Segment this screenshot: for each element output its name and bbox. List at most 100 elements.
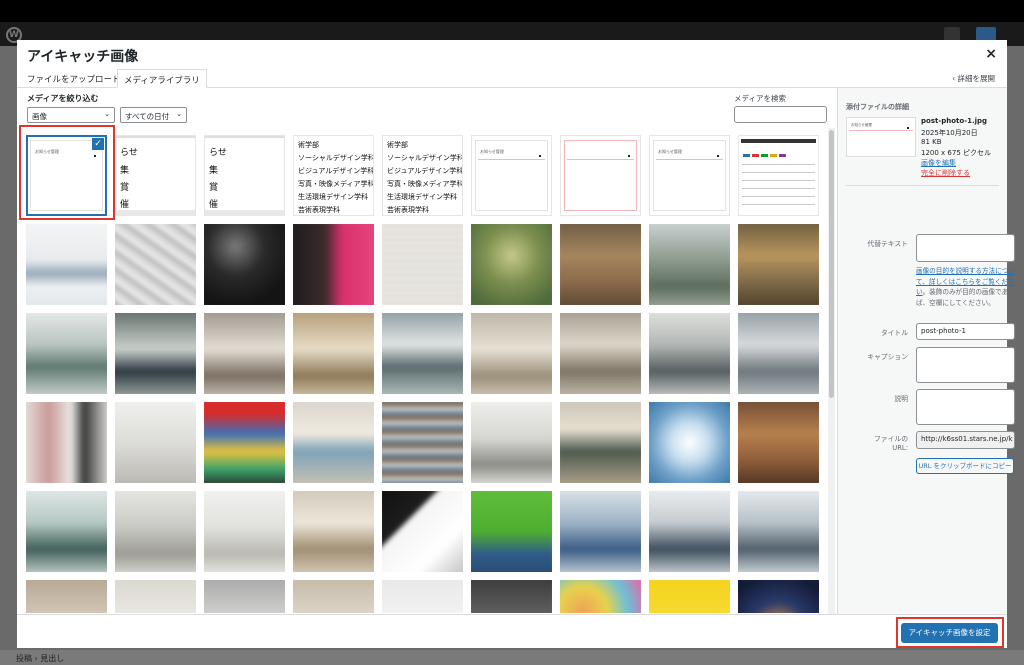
media-tile[interactable] (204, 224, 285, 305)
attachment-thumbnail: お知らせ管理 (846, 117, 916, 157)
attachment-size: 81 KB (921, 138, 942, 146)
attachment-filename: post-photo-1.jpg (921, 117, 988, 125)
media-tile[interactable] (649, 313, 730, 394)
media-tile[interactable] (560, 313, 641, 394)
edit-image-link[interactable]: 画像を編集 (921, 158, 956, 168)
media-tile[interactable]: 術学部 ソーシャルデザイン学科 ビジュアルデザイン学科 写真・映像メディア学科 … (382, 135, 463, 216)
media-tile[interactable] (560, 402, 641, 483)
search-label: メディアを検索 (734, 94, 786, 103)
media-type-select[interactable]: 画像 ⌄ (27, 107, 115, 123)
chevron-down-icon: ⌄ (176, 110, 182, 118)
copy-url-button[interactable]: URL をクリップボードにコピー (916, 458, 1014, 474)
attachment-details-heading: 添付ファイルの詳細 (846, 103, 909, 111)
modal-title: アイキャッチ画像 (27, 49, 139, 65)
background-breadcrumb: 投稿 › 見出し (0, 650, 1024, 665)
media-tile[interactable] (204, 491, 285, 572)
attachment-dimensions: 1200 x 675 ピクセル (921, 149, 991, 157)
background-topbar (0, 0, 1024, 22)
modal-footer: アイキャッチ画像を設定 (17, 614, 1007, 648)
media-tile[interactable] (293, 313, 374, 394)
media-tile[interactable] (649, 402, 730, 483)
scrollbar-thumb[interactable] (829, 130, 834, 398)
media-tile[interactable] (382, 491, 463, 572)
title-field[interactable]: post-photo-1 (916, 323, 1015, 340)
tab-upload-files[interactable]: ファイルをアップロード (21, 69, 127, 88)
media-tile[interactable] (293, 491, 374, 572)
media-tile[interactable] (204, 580, 285, 613)
media-tile[interactable] (738, 580, 819, 613)
media-tile[interactable] (115, 580, 196, 613)
media-tile[interactable] (382, 313, 463, 394)
media-tile[interactable] (471, 580, 552, 613)
media-tile[interactable] (26, 491, 107, 572)
alt-text-field[interactable] (916, 234, 1015, 262)
media-tile[interactable] (382, 580, 463, 613)
checkmark-icon[interactable]: ✓ (92, 138, 104, 150)
filter-label: メディアを絞り込む (27, 94, 99, 103)
media-tile[interactable] (560, 135, 641, 216)
alt-text-help: 画像の目的を説明する方法について、詳しくはこちらをご覧ください。装飾のみが目的の… (916, 266, 1018, 308)
media-tile[interactable] (204, 402, 285, 483)
media-tile[interactable]: お知らせ管理 (471, 135, 552, 216)
attachment-date: 2025年10月20日 (921, 129, 978, 137)
media-tile[interactable] (26, 313, 107, 394)
media-tile[interactable] (26, 580, 107, 613)
caption-field[interactable] (916, 347, 1015, 383)
media-tile[interactable] (560, 491, 641, 572)
description-field[interactable] (916, 389, 1015, 425)
file-url-label: ファイルの URL: (874, 435, 908, 452)
modal-tabs: ファイルをアップロード メディアライブラリ (17, 68, 1007, 88)
media-tile[interactable] (26, 224, 107, 305)
media-modal: アイキャッチ画像 × ファイルをアップロード メディアライブラリ ‹ 詳細を展開… (17, 40, 1015, 648)
media-tile[interactable] (738, 224, 819, 305)
caption-label: キャプション (867, 353, 908, 361)
media-tile[interactable] (115, 491, 196, 572)
media-tile[interactable] (204, 313, 285, 394)
attachment-details-panel: 添付ファイルの詳細 お知らせ管理 post-photo-1.jpg 2025年1… (837, 88, 1015, 614)
media-tile[interactable] (293, 402, 374, 483)
media-tile[interactable] (115, 402, 196, 483)
search-input[interactable] (734, 106, 827, 123)
date-filter-select[interactable]: すべての日付 ⌄ (120, 107, 187, 123)
media-tile[interactable] (471, 224, 552, 305)
media-tile[interactable] (649, 580, 730, 613)
alt-text-help-text: 。装飾のみが目的の画像であれば、空欄にしてください。 (916, 288, 1015, 307)
media-tile[interactable]: お知らせ管理 (649, 135, 730, 216)
media-tile[interactable] (560, 580, 641, 613)
media-tile[interactable] (738, 402, 819, 483)
media-type-value: 画像 (32, 112, 47, 121)
media-tile[interactable] (738, 135, 819, 216)
expand-details-link[interactable]: ‹ 詳細を展開 (952, 73, 995, 84)
media-grid: お知らせ管理 ✓ らせ 集 賞 催 らせ 集 賞 催 術学部 ソーシャルデザイン… (23, 135, 823, 613)
media-tile[interactable] (471, 402, 552, 483)
media-tile[interactable] (471, 313, 552, 394)
media-tile[interactable] (471, 491, 552, 572)
media-tile[interactable] (26, 402, 107, 483)
media-tile[interactable] (649, 491, 730, 572)
set-featured-image-button[interactable]: アイキャッチ画像を設定 (901, 623, 998, 643)
media-tile[interactable]: らせ 集 賞 催 (204, 135, 285, 216)
media-tile-selected[interactable]: お知らせ管理 ✓ (26, 135, 107, 216)
media-tile[interactable] (382, 224, 463, 305)
media-tile[interactable] (293, 580, 374, 613)
close-icon[interactable]: × (985, 46, 997, 62)
file-url-field[interactable]: http://k6ss01.stars.ne.jp/k (916, 431, 1015, 449)
media-tile[interactable] (560, 224, 641, 305)
media-tile[interactable]: らせ 集 賞 催 (115, 135, 196, 216)
delete-permanently-link[interactable]: 完全に削除する (921, 168, 970, 178)
media-tile[interactable] (649, 224, 730, 305)
date-filter-value: すべての日付 (125, 112, 170, 121)
media-tile[interactable] (115, 313, 196, 394)
title-label: タイトル (880, 329, 908, 337)
media-tile[interactable]: 術学部 ソーシャルデザイン学科 ビジュアルデザイン学科 写真・映像メディア学科 … (293, 135, 374, 216)
media-tile[interactable] (738, 491, 819, 572)
media-tile[interactable] (115, 224, 196, 305)
description-label: 説明 (894, 395, 908, 403)
tab-media-library[interactable]: メディアライブラリ (117, 69, 207, 88)
chevron-down-icon: ⌄ (104, 110, 110, 118)
grid-scrollbar[interactable] (828, 128, 835, 614)
alt-text-label: 代替テキスト (867, 240, 908, 248)
media-tile[interactable] (382, 402, 463, 483)
media-tile[interactable] (293, 224, 374, 305)
media-tile[interactable] (738, 313, 819, 394)
